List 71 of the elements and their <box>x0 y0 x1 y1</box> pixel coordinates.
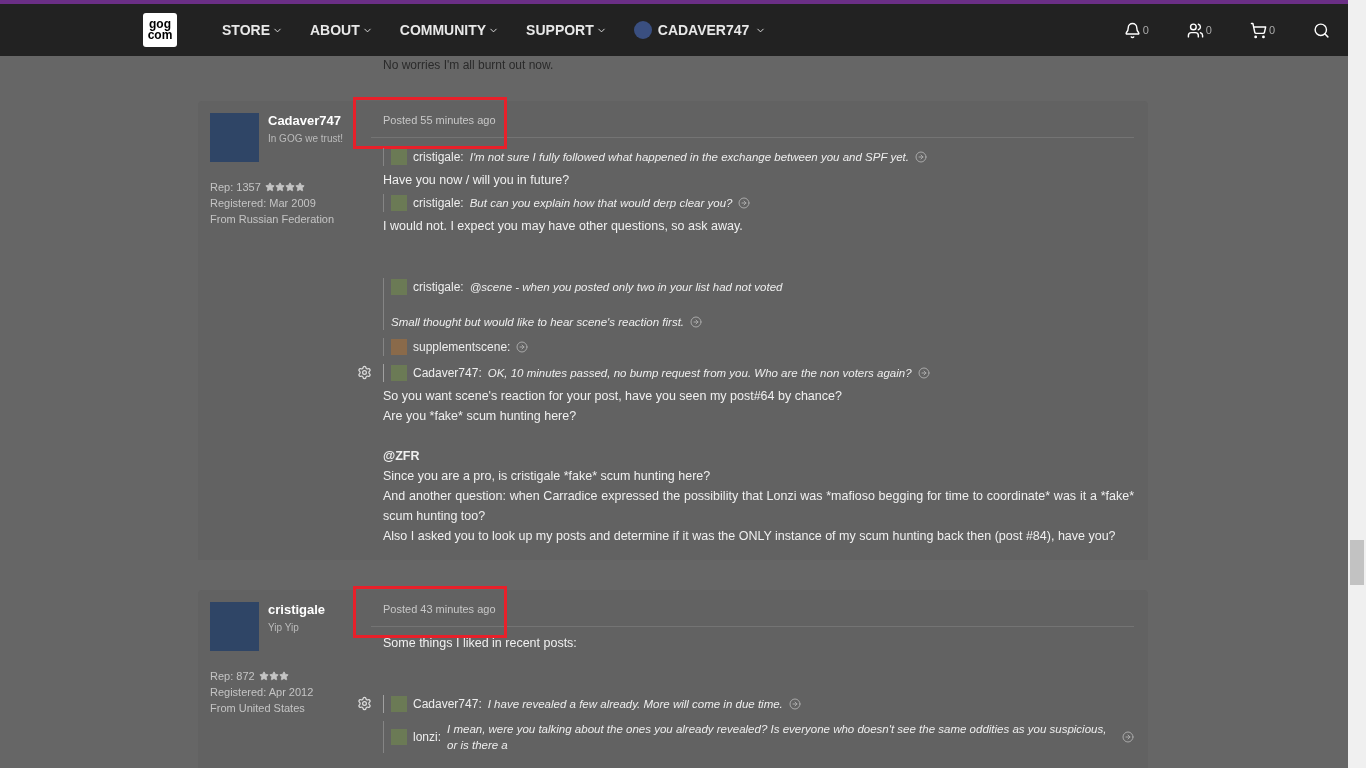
bell-icon <box>1123 21 1141 39</box>
logo-text: com <box>147 30 173 41</box>
avatar-thumbnail <box>391 729 407 745</box>
people-icon <box>1186 21 1204 39</box>
quote-author[interactable]: cristigale: <box>413 148 464 166</box>
avatar-thumbnail <box>391 365 407 381</box>
search-icon[interactable] <box>1313 21 1330 39</box>
avatar-placeholder <box>210 113 259 162</box>
quote-text: Small thought but would like to hear scene's reaction first. <box>391 315 685 330</box>
quote-text: I have revealed a few already. More will come in due time. <box>487 697 783 712</box>
user-avatar-icon <box>633 21 652 39</box>
go-to-quote-icon[interactable] <box>914 151 927 163</box>
post-text: @ZFR <box>383 448 421 465</box>
go-to-quote-icon[interactable] <box>516 341 529 353</box>
user-location: From Russian Federation <box>210 212 335 227</box>
go-to-quote-icon[interactable] <box>690 316 703 328</box>
avatar-placeholder <box>210 602 259 651</box>
nav-menu-item[interactable]: SUPPORT <box>526 19 607 41</box>
reputation-text: Rep: 872 <box>210 669 255 684</box>
quote-text: I mean, were you talking about the ones you already revealed? Is everyone who doesn't see the same oddities as you suspicious, or is there a <box>447 722 1108 753</box>
post-text: Are you *fake* scum hunting here? <box>383 408 578 425</box>
nav-menu-item[interactable]: COMMUNITY <box>399 19 500 41</box>
gear-icon[interactable] <box>357 696 372 711</box>
avatar-thumbnail <box>391 339 407 355</box>
post-text: And another question: when Carradice expressed the possibility that Lonzi was *mafioso begging for time to coordinate* was it a *fake* scum hunting too? <box>383 488 1134 525</box>
registered-date: Registered: Apr 2012 <box>210 685 314 700</box>
post-timestamp: Posted 55 minutes ago <box>383 113 496 127</box>
post-text: Since you are a pro, is cristigale *fake* scum hunting here? <box>383 468 712 485</box>
reputation-text: Rep: 1357 <box>210 180 261 195</box>
avatar-thumbnail <box>391 149 407 165</box>
post-text: I would not. I expect you may have other questions, so ask away. <box>383 218 744 235</box>
go-to-quote-icon[interactable] <box>738 197 751 209</box>
go-to-quote-icon[interactable] <box>788 698 801 710</box>
quote-text: OK, 10 minutes passed, no bump request from you. Who are the non voters again? <box>487 366 912 381</box>
go-to-quote-icon[interactable] <box>1122 731 1134 743</box>
quote-author[interactable]: cristigale: <box>413 194 464 212</box>
user-tagline: In GOG we trust! <box>268 132 344 146</box>
post-text: Some things I liked in recent posts: <box>383 635 578 652</box>
quote-author[interactable]: supplementscene: <box>413 338 511 356</box>
registered-date: Registered: Mar 2009 <box>210 196 316 211</box>
username[interactable]: Cadaver747 <box>268 113 344 129</box>
cart-icon <box>1249 21 1267 39</box>
gear-icon[interactable] <box>357 365 372 380</box>
user-location: From United States <box>210 701 305 716</box>
nav-menu-item[interactable]: STORE <box>222 19 283 41</box>
site-logo[interactable]: gog com <box>143 13 177 47</box>
quote-text: I'm not sure I fully followed what happened in the exchange between you and SPF yet. <box>469 150 909 165</box>
avatar-thumbnail <box>391 195 407 211</box>
friends-counter[interactable]: 0 <box>1186 21 1212 39</box>
post-text: So you want scene's reaction for your post, have you seen my post#64 by chance? <box>383 388 843 405</box>
post-text: No worries I'm all burnt out now. <box>383 57 555 73</box>
avatar-thumbnail <box>391 279 407 295</box>
quote-author[interactable]: Cadaver747: <box>413 364 482 382</box>
scrollbar-thumb[interactable] <box>1350 540 1364 585</box>
quote-author[interactable]: lonzi: <box>413 728 441 746</box>
logo-text: gog <box>149 19 171 30</box>
user-menu[interactable]: CADAVER747 <box>633 19 767 41</box>
avatar-thumbnail <box>391 696 407 712</box>
quote-author[interactable]: Cadaver747: <box>413 695 482 713</box>
go-to-quote-icon[interactable] <box>917 367 930 379</box>
quote-text: But can you explain how that would derp clear you? <box>469 196 733 211</box>
notifications-counter[interactable]: 0 <box>1123 21 1149 39</box>
user-tagline: Yip Yip <box>268 621 300 635</box>
nav-menu-item[interactable]: ABOUT <box>310 19 373 41</box>
post-timestamp: Posted 43 minutes ago <box>383 602 496 616</box>
cart-counter[interactable]: 0 <box>1249 21 1275 39</box>
quote-author[interactable]: cristigale: <box>413 278 464 296</box>
username[interactable]: cristigale <box>268 602 326 618</box>
post-text: Also I asked you to look up my posts and determine if it was the ONLY instance of my scum hunting back then (post #84), have you? <box>383 528 1117 545</box>
quote-text: @scene - when you posted only two in your list had not voted <box>469 280 783 295</box>
post-text: Have you now / will you in future? <box>383 172 571 189</box>
